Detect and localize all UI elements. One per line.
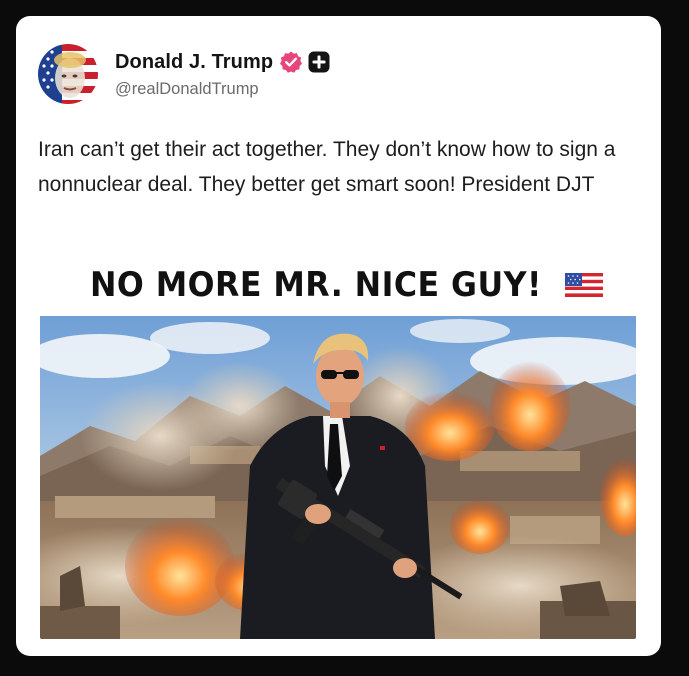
avatar-flag-portrait-icon: [38, 44, 98, 104]
author-handle[interactable]: @realDonaldTrump: [115, 80, 330, 99]
plus-badge-icon: [308, 51, 330, 73]
post-body-text: Iran can’t get their act together. They …: [38, 138, 616, 196]
author-names: Donald J. Trump @realDonaldTrump: [115, 49, 330, 99]
media-headline: NO MORE MR. NICE GUY!: [40, 259, 636, 311]
post-card[interactable]: Donald J. Trump @realDonaldTrump Iran ca…: [16, 16, 661, 656]
us-flag-emoji-icon: [564, 271, 603, 299]
post-media-image[interactable]: NO MORE MR. NICE GUY!: [40, 259, 636, 639]
headline-text: NO MORE MR. NICE GUY!: [90, 265, 542, 305]
avatar[interactable]: [38, 44, 98, 104]
author-display-name[interactable]: Donald J. Trump: [115, 51, 273, 74]
post-header: Donald J. Trump @realDonaldTrump: [38, 42, 330, 106]
media-scene-illustration: [40, 316, 636, 639]
verified-badge-icon: [279, 50, 303, 74]
name-row: Donald J. Trump: [115, 49, 330, 75]
